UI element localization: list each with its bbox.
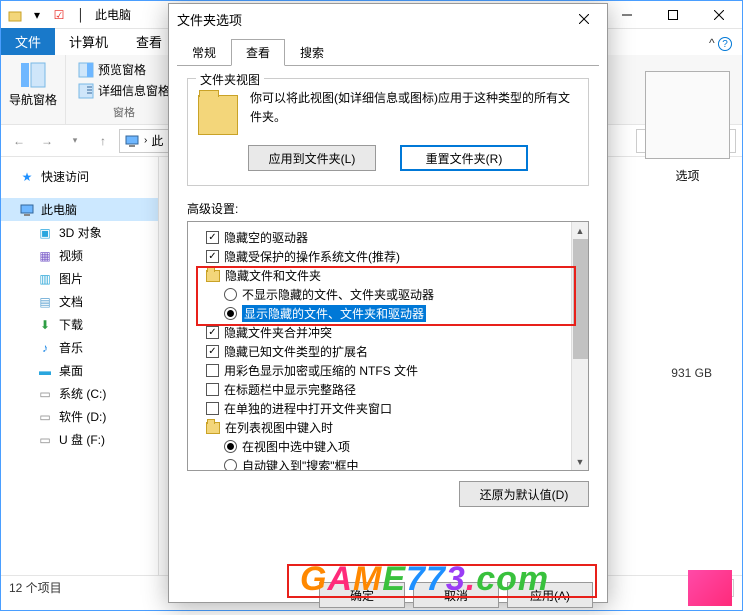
maximize-button[interactable] [650, 1, 696, 29]
folder-view-group-title: 文件夹视图 [196, 71, 264, 88]
minimize-button[interactable] [604, 1, 650, 29]
nav-pane: ★快速访问 此电脑 ▣3D 对象 ▦视频 ▥图片 ▤文档 ⬇下载 ♪音乐 ▬桌面… [1, 157, 159, 575]
chevron-down-icon[interactable]: ▾ [63, 129, 87, 153]
dialog-titlebar: 文件夹选项 [169, 4, 607, 34]
nav-this-pc[interactable]: 此电脑 [1, 198, 158, 221]
tab-search[interactable]: 搜索 [285, 39, 339, 66]
scroll-down-button[interactable]: ▼ [572, 453, 588, 470]
checkbox[interactable] [206, 326, 219, 339]
download-icon: ⬇ [37, 317, 53, 333]
nav-desktop[interactable]: ▬桌面 [1, 359, 158, 382]
pc-icon [124, 133, 140, 149]
options-button-panel[interactable] [645, 71, 730, 159]
checkbox[interactable] [206, 231, 219, 244]
close-button[interactable] [696, 1, 742, 29]
video-icon: ▦ [37, 248, 53, 264]
usb-icon: ▭ [37, 432, 53, 448]
ribbon-expand-icon[interactable]: ^ ? [699, 32, 742, 56]
advanced-settings-label: 高级设置: [187, 200, 589, 217]
nav-pane-button[interactable] [15, 59, 51, 91]
back-button[interactable]: ← [7, 129, 31, 153]
radio[interactable] [224, 288, 237, 301]
cancel-button[interactable]: 取消 [413, 582, 499, 608]
decorative-block [688, 570, 732, 606]
divider: │ [73, 7, 89, 23]
options-label[interactable]: 选项 [645, 167, 730, 184]
details-pane-label: 详细信息窗格 [98, 82, 170, 99]
folder-icon [206, 422, 220, 434]
apply-button[interactable]: 应用(A) [507, 582, 593, 608]
folder-icon [198, 95, 238, 135]
document-icon: ▤ [37, 294, 53, 310]
checkbox[interactable] [206, 364, 219, 377]
preview-pane-label: 预览窗格 [98, 61, 146, 78]
dialog-tabs: 常规 查看 搜索 [169, 34, 607, 65]
desktop-icon: ▬ [37, 363, 53, 379]
checkbox[interactable] [206, 402, 219, 415]
radio[interactable] [224, 459, 237, 471]
scroll-up-button[interactable]: ▲ [572, 222, 588, 239]
window-title: 此电脑 [95, 6, 131, 23]
reset-folders-button[interactable]: 重置文件夹(R) [400, 145, 528, 171]
scroll-thumb[interactable] [573, 239, 588, 359]
selected-option[interactable]: 显示隐藏的文件、文件夹和驱动器 [242, 305, 426, 322]
nav-drive-f[interactable]: ▭U 盘 (F:) [1, 428, 158, 451]
details-pane-button[interactable]: 详细信息窗格 [74, 80, 174, 101]
chevron-down-icon[interactable]: ▾ [29, 7, 45, 23]
check-icon[interactable]: ☑ [51, 7, 67, 23]
nav-drive-c[interactable]: ▭系统 (C:) [1, 382, 158, 405]
star-icon: ★ [19, 169, 35, 185]
music-icon: ♪ [37, 340, 53, 356]
folder-icon [7, 7, 23, 23]
dialog-footer: 确定 取消 应用(A) [169, 575, 607, 615]
checkbox[interactable] [206, 345, 219, 358]
nav-documents[interactable]: ▤文档 [1, 290, 158, 313]
drive-icon: ▭ [37, 386, 53, 402]
cube-icon: ▣ [37, 225, 53, 241]
radio[interactable] [224, 440, 237, 453]
item-count: 12 个项目 [9, 579, 62, 596]
folder-icon [206, 270, 220, 282]
nav-music[interactable]: ♪音乐 [1, 336, 158, 359]
picture-icon: ▥ [37, 271, 53, 287]
nav-pictures[interactable]: ▥图片 [1, 267, 158, 290]
dialog-title: 文件夹选项 [177, 10, 242, 29]
checkbox[interactable] [206, 383, 219, 396]
nav-drive-d[interactable]: ▭软件 (D:) [1, 405, 158, 428]
checkbox[interactable] [206, 250, 219, 263]
tab-general[interactable]: 常规 [177, 39, 231, 66]
radio[interactable] [224, 307, 237, 320]
pc-icon [19, 202, 35, 218]
drive-size: 931 GB [671, 366, 712, 380]
nav-pane-label: 导航窗格 [9, 91, 57, 108]
drive-icon: ▭ [37, 409, 53, 425]
details-pane-icon [78, 83, 94, 99]
preview-pane-icon [78, 62, 94, 78]
preview-pane-button[interactable]: 预览窗格 [74, 59, 150, 80]
restore-defaults-button[interactable]: 还原为默认值(D) [459, 481, 589, 507]
nav-pane-icon [19, 61, 47, 89]
advanced-settings-tree[interactable]: 隐藏空的驱动器 隐藏受保护的操作系统文件(推荐) 隐藏文件和文件夹 不显示隐藏的… [187, 221, 589, 471]
nav-quick-access[interactable]: ★快速访问 [1, 165, 158, 188]
nav-videos[interactable]: ▦视频 [1, 244, 158, 267]
ribbon-tab-computer[interactable]: 计算机 [55, 28, 122, 55]
folder-options-dialog: 文件夹选项 常规 查看 搜索 文件夹视图 你可以将此视图(如详细信息或图标)应用… [168, 3, 608, 603]
nav-downloads[interactable]: ⬇下载 [1, 313, 158, 336]
folder-view-desc: 你可以将此视图(如详细信息或图标)应用于这种类型的所有文件夹。 [250, 89, 578, 135]
forward-button[interactable]: → [35, 129, 59, 153]
ok-button[interactable]: 确定 [319, 582, 405, 608]
apply-to-folders-button[interactable]: 应用到文件夹(L) [248, 145, 376, 171]
ribbon-tab-file[interactable]: 文件 [1, 28, 55, 55]
nav-3d-objects[interactable]: ▣3D 对象 [1, 221, 158, 244]
scrollbar[interactable]: ▲ ▼ [571, 222, 588, 470]
folder-view-group: 文件夹视图 你可以将此视图(如详细信息或图标)应用于这种类型的所有文件夹。 应用… [187, 78, 589, 186]
dialog-close-button[interactable] [569, 7, 599, 31]
group-panes-label: 窗格 [113, 104, 135, 120]
tab-view[interactable]: 查看 [231, 39, 285, 66]
breadcrumb[interactable]: 此 [151, 132, 163, 149]
up-button[interactable]: ↑ [91, 129, 115, 153]
